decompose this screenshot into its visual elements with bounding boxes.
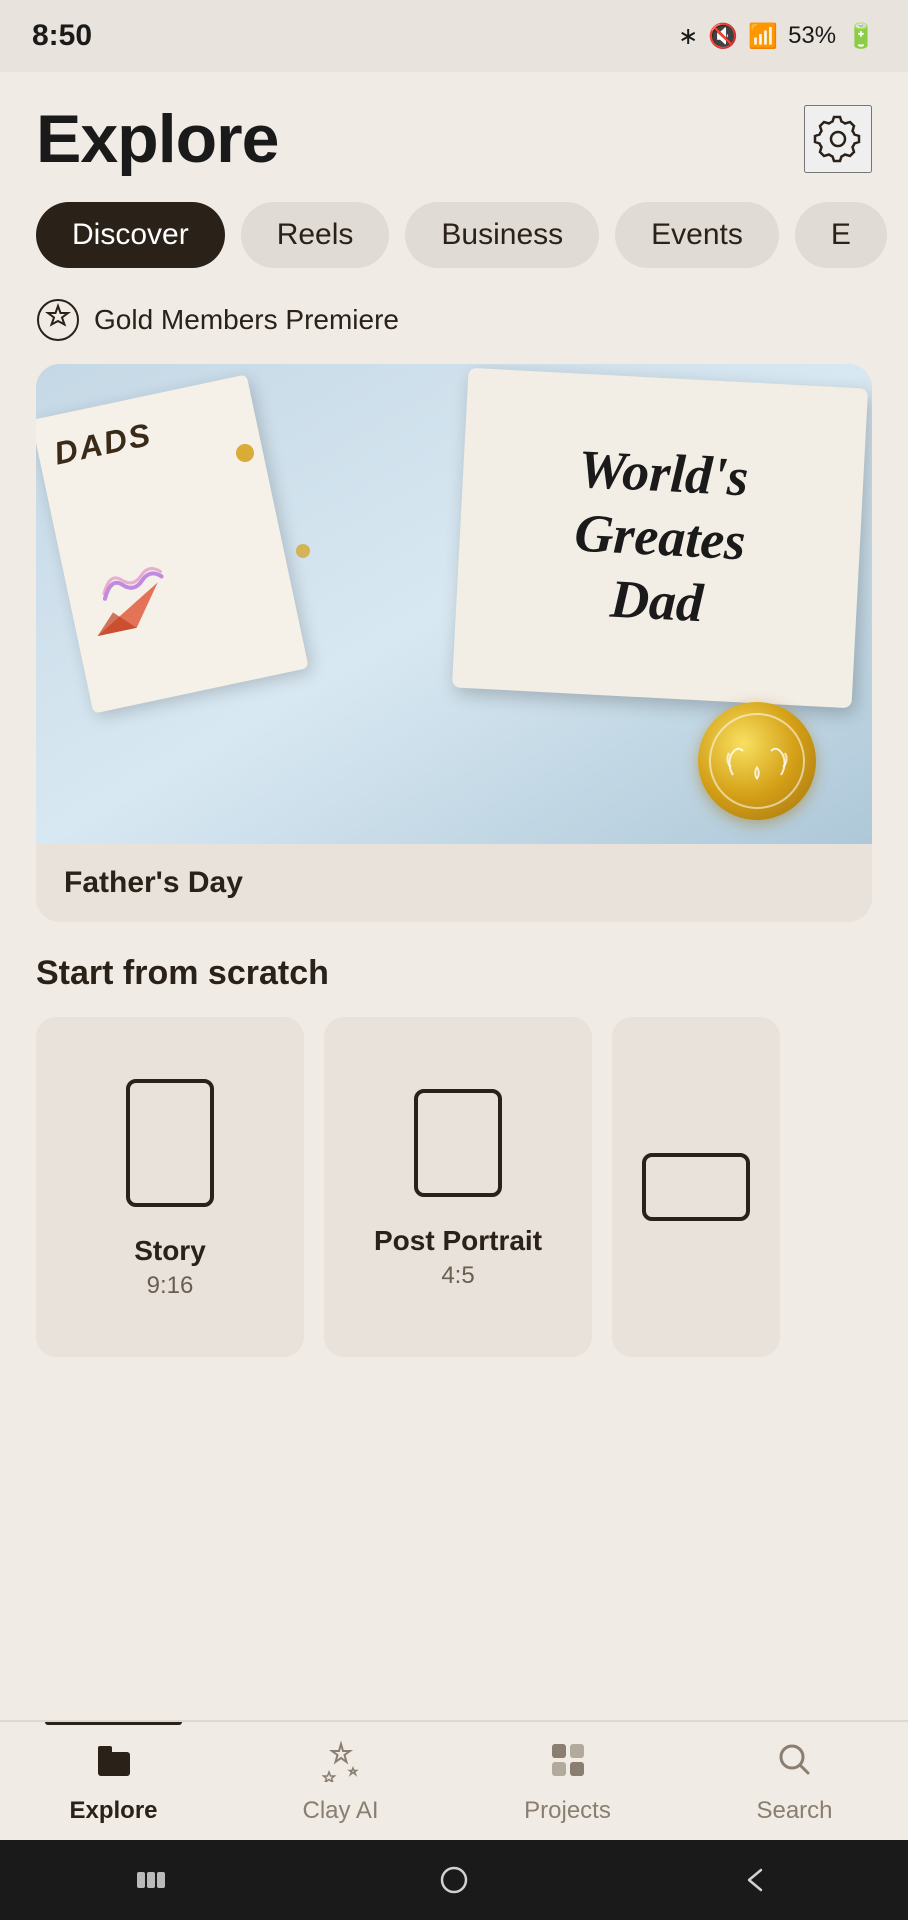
section-title-scratch: Start from scratch	[0, 954, 908, 1013]
scratch-grid: Story 9:16 Post Portrait 4:5	[0, 1013, 908, 1373]
nav-explore-label: Explore	[69, 1797, 157, 1825]
nav-projects[interactable]: Projects	[454, 1722, 681, 1840]
right-card: World'sGreatesDad	[452, 368, 868, 708]
explore-icon	[92, 1738, 136, 1791]
format-card-post-portrait[interactable]: Post Portrait 4:5	[324, 1017, 592, 1357]
tab-extra[interactable]: E	[795, 202, 887, 268]
gear-icon	[812, 113, 864, 165]
wifi-icon: 📶	[748, 22, 778, 51]
clay-ai-icon	[319, 1738, 363, 1791]
status-icons: ∗ 🔇 📶 53% 🔋	[678, 22, 876, 51]
home-button[interactable]	[434, 1860, 474, 1900]
worlds-greatest-text: World'sGreatesDad	[570, 438, 751, 638]
status-bar: 8:50 ∗ 🔇 📶 53% 🔋	[0, 0, 908, 72]
spacer	[0, 1373, 908, 1720]
gold-seal	[698, 702, 816, 820]
system-nav	[0, 1840, 908, 1920]
format-card-landscape[interactable]	[612, 1017, 780, 1357]
header: Explore	[0, 72, 908, 194]
nav-clay-ai[interactable]: Clay AI	[227, 1722, 454, 1840]
settings-button[interactable]	[804, 105, 872, 173]
page-title: Explore	[36, 100, 278, 178]
gold-members-section: Gold Members Premiere	[0, 288, 908, 360]
gold-seal-inner	[709, 713, 805, 809]
nav-projects-label: Projects	[524, 1797, 611, 1825]
gold-star-icon	[36, 298, 80, 342]
gold-dot-1	[236, 444, 254, 462]
bottom-nav: Explore Clay AI Projects	[0, 1720, 908, 1840]
tab-business[interactable]: Business	[405, 202, 599, 268]
format-story-label: Story 9:16	[134, 1233, 206, 1301]
search-icon	[773, 1738, 817, 1791]
projects-icon	[546, 1738, 590, 1791]
landscape-format-icon	[636, 1147, 756, 1227]
recent-apps-button[interactable]	[131, 1860, 171, 1900]
nav-clay-ai-label: Clay AI	[302, 1797, 378, 1825]
tab-reels[interactable]: Reels	[241, 202, 390, 268]
nav-search-label: Search	[756, 1797, 832, 1825]
status-time: 8:50	[32, 19, 92, 53]
mute-icon: 🔇	[708, 22, 738, 51]
tab-discover[interactable]: Discover	[36, 202, 225, 268]
post-portrait-format-icon	[408, 1083, 508, 1203]
filter-tabs: Discover Reels Business Events E	[0, 194, 908, 288]
laurel-icon	[723, 737, 791, 785]
featured-card[interactable]: DADS World'sGreatesDad	[36, 364, 872, 922]
format-post-portrait-label: Post Portrait 4:5	[374, 1223, 542, 1291]
story-format-icon	[120, 1073, 220, 1213]
battery-icon: 🔋	[846, 22, 876, 51]
gold-dot-2	[296, 544, 310, 558]
back-button[interactable]	[737, 1860, 777, 1900]
gold-members-label: Gold Members Premiere	[94, 304, 399, 336]
featured-card-label: Father's Day	[36, 844, 872, 922]
battery-text: 53%	[788, 22, 836, 50]
featured-image: DADS World'sGreatesDad	[36, 364, 872, 844]
bluetooth-icon: ∗	[678, 22, 698, 51]
nav-explore[interactable]: Explore	[0, 1722, 227, 1840]
nav-search[interactable]: Search	[681, 1722, 908, 1840]
format-card-story[interactable]: Story 9:16	[36, 1017, 304, 1357]
tab-events[interactable]: Events	[615, 202, 779, 268]
